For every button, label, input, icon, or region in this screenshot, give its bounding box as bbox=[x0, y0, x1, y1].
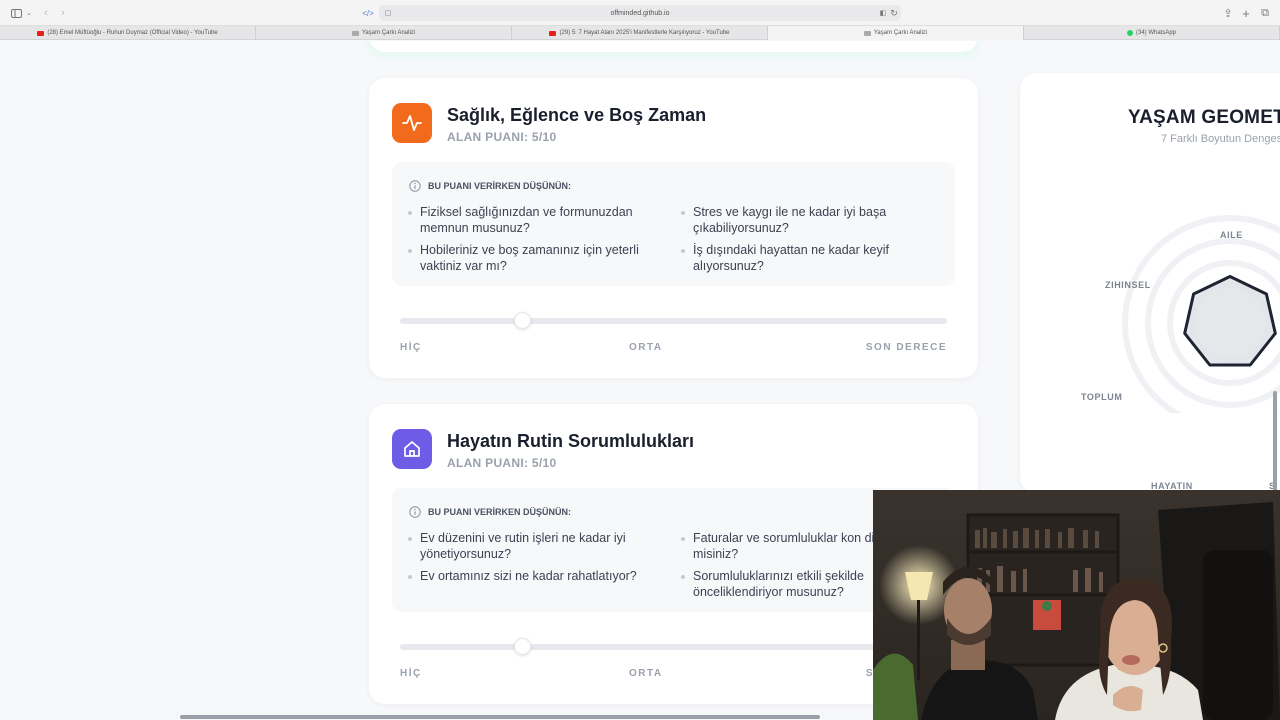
hint-title: BU PUANI VERİRKEN DÜŞÜNÜN: bbox=[428, 181, 572, 191]
whatsapp-icon bbox=[1126, 30, 1133, 36]
tab-youtube-2[interactable]: (29) 5: 7 Hayat Alanı 2025'i Manifestler… bbox=[512, 26, 768, 40]
hint-box: BU PUANI VERİRKEN DÜŞÜNÜN: Ev düzenini v… bbox=[392, 488, 955, 612]
info-icon bbox=[409, 506, 421, 518]
youtube-icon bbox=[37, 30, 45, 36]
hint-box: BU PUANI VERİRKEN DÜŞÜNÜN: Fiziksel sağl… bbox=[392, 162, 955, 286]
slider-thumb[interactable] bbox=[513, 312, 531, 329]
radar-label-toplum: TOPLUM bbox=[1081, 392, 1123, 402]
reload-icon[interactable]: ↻ bbox=[889, 5, 899, 21]
tab-whatsapp[interactable]: (34) WhatsApp bbox=[1024, 26, 1280, 40]
new-tab-icon[interactable]: + bbox=[1240, 5, 1252, 21]
back-icon[interactable]: ‹ bbox=[40, 5, 52, 21]
slider-label-min: HİÇ bbox=[400, 668, 422, 679]
hint-question: Fiziksel sağlığınızdan ve formunuzdan me… bbox=[408, 204, 665, 236]
browser-toolbar: ⌄ ‹ › </> offminded.github.io ▢ ◧ ↻ ⇪ + … bbox=[0, 0, 1280, 26]
tab-title: (29) 5: 7 Hayat Alanı 2025'i Manifestler… bbox=[559, 30, 730, 36]
slider-label-mid: ORTA bbox=[629, 668, 663, 679]
card-score: ALAN PUANI: 5/10 bbox=[447, 130, 557, 144]
share-icon[interactable]: ⇪ bbox=[1222, 5, 1234, 21]
radar-chart bbox=[1122, 215, 1280, 413]
panel-title: YAŞAM GEOMETRİSİ bbox=[1128, 107, 1280, 128]
tab-title: Yaşam Çarkı Analizi bbox=[873, 30, 928, 36]
youtube-icon bbox=[549, 30, 557, 36]
slider-label-mid: ORTA bbox=[629, 342, 663, 353]
card-score: ALAN PUANI: 5/10 bbox=[447, 456, 557, 470]
info-icon bbox=[409, 180, 421, 192]
slider-label-min: HİÇ bbox=[400, 342, 422, 353]
webcam-overlay bbox=[873, 490, 1280, 720]
address-text: offminded.github.io bbox=[610, 9, 670, 17]
hint-header: BU PUANI VERİRKEN DÜŞÜNÜN: bbox=[409, 180, 571, 192]
hint-header: BU PUANI VERİRKEN DÜŞÜNÜN: bbox=[409, 506, 571, 518]
slider-label-max: SON DERECE bbox=[865, 342, 947, 353]
hint-question: İş dışındaki hayattan ne kadar keyif alı… bbox=[681, 242, 938, 274]
hint-question: Stres ve kaygı ile ne kadar iyi başa çık… bbox=[681, 204, 938, 236]
translate-icon[interactable]: ◧ bbox=[878, 5, 888, 21]
life-area-card-health: Sağlık, Eğlence ve Boş Zaman ALAN PUANI:… bbox=[369, 78, 978, 378]
home-icon bbox=[392, 429, 432, 469]
life-geometry-panel: YAŞAM GEOMETRİSİ 7 Farklı Boyutun Denges… bbox=[1020, 73, 1280, 493]
page-icon bbox=[863, 30, 871, 36]
address-bar[interactable]: offminded.github.io bbox=[379, 5, 901, 21]
tabs-overview-icon[interactable]: ⧉ bbox=[1259, 5, 1271, 21]
tab-yasam-carki-active[interactable]: Yaşam Çarkı Analizi bbox=[768, 26, 1024, 40]
sidebar-toggle-icon[interactable] bbox=[9, 5, 23, 21]
tab-title: (28) Emel Müftüoğlu - Ruhun Duymaz (Offi… bbox=[47, 30, 218, 36]
code-icon[interactable]: </> bbox=[362, 5, 374, 21]
score-slider[interactable] bbox=[400, 638, 947, 655]
tab-youtube-1[interactable]: (28) Emel Müftüoğlu - Ruhun Duymaz (Offi… bbox=[0, 26, 256, 40]
previous-card bbox=[369, 41, 978, 52]
card-title: Sağlık, Eğlence ve Boş Zaman bbox=[447, 105, 707, 125]
slider-thumb[interactable] bbox=[513, 638, 531, 655]
score-slider[interactable] bbox=[400, 312, 947, 329]
forward-icon[interactable]: › bbox=[57, 5, 69, 21]
page-icon bbox=[351, 30, 359, 36]
activity-icon bbox=[392, 103, 432, 143]
privacy-icon: ▢ bbox=[384, 10, 392, 17]
chevron-down-icon[interactable]: ⌄ bbox=[25, 5, 33, 21]
panel-subtitle: 7 Farklı Boyutun Dengesi bbox=[1161, 133, 1280, 145]
card-title: Hayatın Rutin Sorumlulukları bbox=[447, 431, 695, 451]
hint-title: BU PUANI VERİRKEN DÜŞÜNÜN: bbox=[428, 507, 572, 517]
tab-title: (34) WhatsApp bbox=[1135, 30, 1177, 36]
tab-title: Yaşam Çarkı Analizi bbox=[361, 30, 416, 36]
hint-question: Ev ortamınız sizi ne kadar rahatlatıyor? bbox=[408, 568, 665, 584]
tab-yasam-carki-1[interactable]: Yaşam Çarkı Analizi bbox=[256, 26, 512, 40]
horizontal-scrollbar[interactable] bbox=[180, 715, 820, 719]
hint-question: Hobileriniz ve boş zamanınız için yeterl… bbox=[408, 242, 665, 274]
tab-strip: (28) Emel Müftüoğlu - Ruhun Duymaz (Offi… bbox=[0, 26, 1280, 40]
hint-question: Ev düzenini ve rutin işleri ne kadar iyi… bbox=[408, 530, 665, 562]
webcam-video bbox=[873, 490, 1280, 720]
radar-polygon bbox=[1183, 275, 1277, 367]
radar-label-aile: AILE bbox=[1220, 230, 1243, 240]
radar-label-zihinsel: ZIHINSEL bbox=[1105, 280, 1151, 290]
